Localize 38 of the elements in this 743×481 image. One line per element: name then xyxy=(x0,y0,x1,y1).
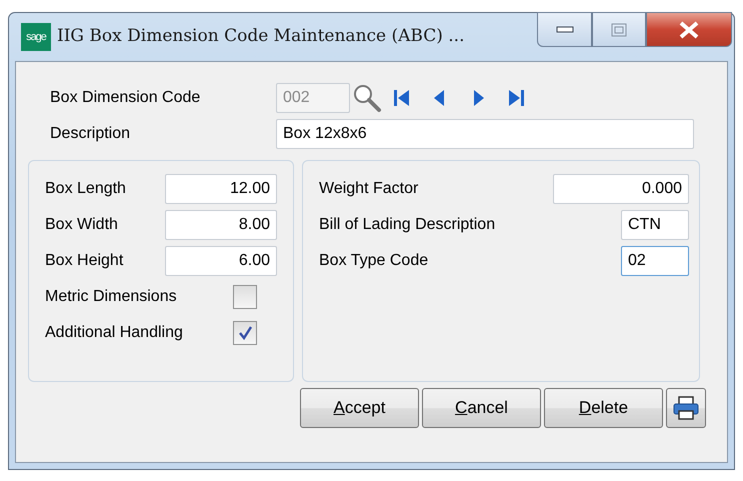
close-icon xyxy=(678,20,700,38)
app-logo: sage xyxy=(21,23,51,51)
maximize-button[interactable] xyxy=(592,12,646,47)
maximize-icon xyxy=(611,22,627,36)
last-record-icon[interactable] xyxy=(506,88,526,108)
field-label: Box Width xyxy=(45,215,119,235)
field-label: Additional Handling xyxy=(45,323,184,343)
close-button[interactable] xyxy=(646,12,732,47)
minimize-icon xyxy=(556,26,574,34)
first-record-icon[interactable] xyxy=(392,88,412,108)
text-field[interactable]: 02 xyxy=(621,246,689,276)
checkbox[interactable] xyxy=(233,285,257,309)
minimize-button[interactable] xyxy=(537,12,592,47)
action-button[interactable]: Cancel xyxy=(422,388,541,428)
action-button[interactable]: Delete xyxy=(544,388,663,428)
previous-record-icon[interactable] xyxy=(432,88,446,108)
next-record-icon[interactable] xyxy=(472,88,486,108)
description-field[interactable]: Box 12x8x6 xyxy=(276,119,694,149)
field-label: Box Type Code xyxy=(319,251,428,271)
print-button[interactable] xyxy=(666,388,706,428)
field-label: Weight Factor xyxy=(319,179,418,199)
field-label: Bill of Lading Description xyxy=(319,215,496,235)
action-button[interactable]: Accept xyxy=(300,388,419,428)
text-field[interactable]: CTN xyxy=(621,210,689,240)
checkbox[interactable] xyxy=(233,321,257,345)
number-field[interactable]: 6.00 xyxy=(165,246,277,276)
field-label: Metric Dimensions xyxy=(45,287,178,307)
field-label: Box Dimension Code xyxy=(50,88,202,108)
check-mark-icon xyxy=(237,325,253,341)
search-icon[interactable] xyxy=(352,83,382,113)
text-field[interactable]: 0.000 xyxy=(553,174,689,204)
number-field[interactable]: 12.00 xyxy=(165,174,277,204)
number-field[interactable]: 8.00 xyxy=(165,210,277,240)
field-label: Box Height xyxy=(45,251,124,271)
printer-icon xyxy=(672,395,700,422)
window-title: IIG Box Dimension Code Maintenance (ABC) ... xyxy=(57,25,464,48)
field-label: Description xyxy=(50,124,132,144)
field-label: Box Length xyxy=(45,179,127,199)
